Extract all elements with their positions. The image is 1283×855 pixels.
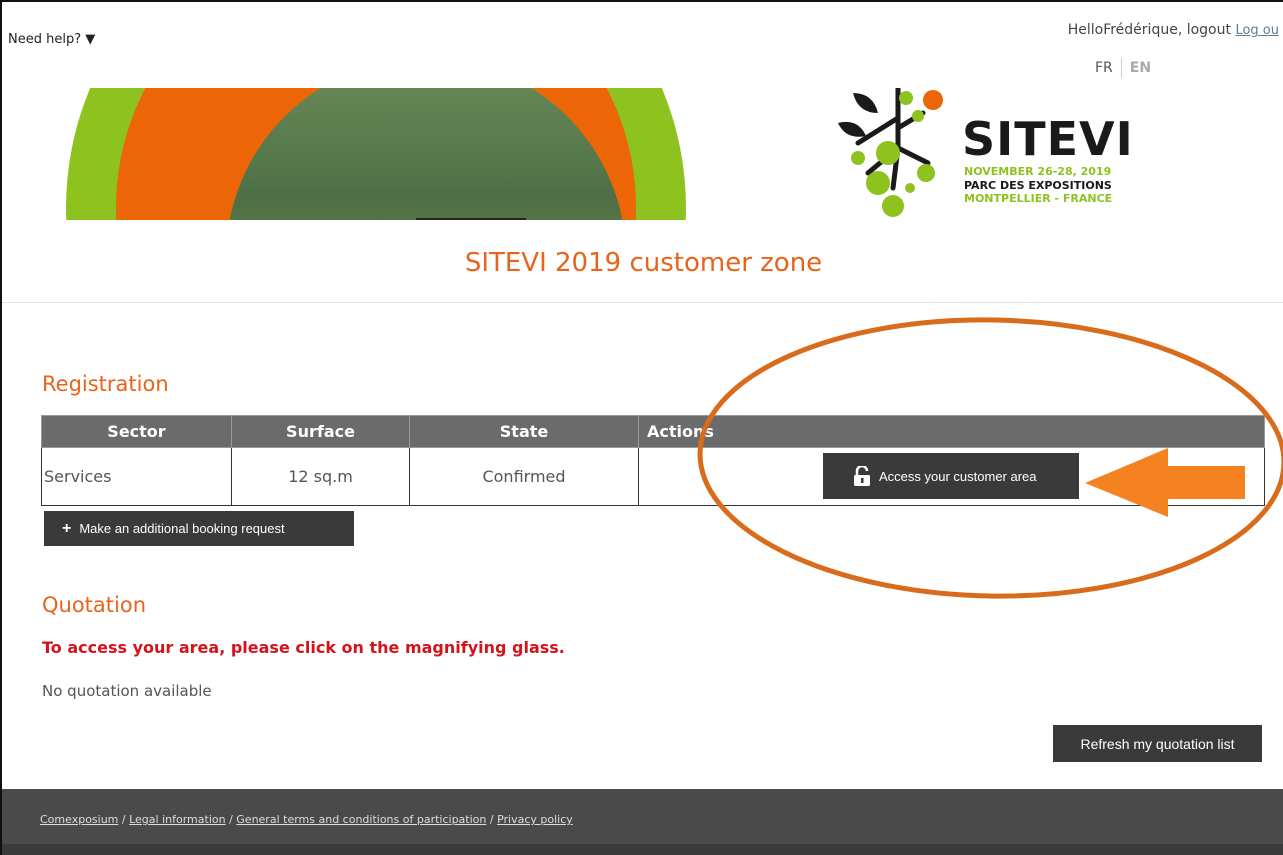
language-switcher: FR EN bbox=[1095, 58, 1151, 78]
lang-fr-link[interactable]: FR bbox=[1095, 60, 1113, 76]
footer-link-privacy[interactable]: Privacy policy bbox=[497, 813, 573, 826]
table-row: Services 12 sq.m Confirmed bbox=[41, 447, 1265, 506]
access-customer-area-button[interactable]: Access your customer area bbox=[823, 453, 1079, 499]
logo-city: MONTPELLIER - FRANCE bbox=[964, 192, 1113, 205]
access-button-label: Access your customer area bbox=[879, 468, 1037, 484]
lang-en-link[interactable]: EN bbox=[1130, 60, 1151, 76]
footer-link-legal[interactable]: Legal information bbox=[129, 813, 225, 826]
no-quotation-text: No quotation available bbox=[42, 682, 212, 700]
footer-links: Comexposium / Legal information / Genera… bbox=[40, 813, 573, 826]
need-help-dropdown[interactable]: Need help? ▼ bbox=[8, 32, 95, 47]
table-header-row: Sector Surface State Actions bbox=[41, 415, 1265, 448]
cell-sector: Services bbox=[41, 447, 232, 506]
booking-button-label: Make an additional booking request bbox=[79, 521, 285, 536]
quotation-heading: Quotation bbox=[42, 593, 147, 617]
col-actions: Actions bbox=[638, 415, 1265, 448]
greeting-text: HelloFrédérique, logout bbox=[1067, 22, 1231, 38]
registration-heading: Registration bbox=[42, 372, 169, 396]
registration-table: Sector Surface State Actions Services 12… bbox=[41, 415, 1265, 506]
cell-surface: 12 sq.m bbox=[231, 447, 410, 506]
event-banner: SITEVI NOVEMBER 26-28, 2019 PARC DES EXP… bbox=[2, 88, 1283, 220]
plus-icon: + bbox=[62, 519, 72, 537]
col-state: State bbox=[409, 415, 639, 448]
logo-dates: NOVEMBER 26-28, 2019 bbox=[964, 165, 1112, 178]
unlock-icon bbox=[854, 466, 870, 486]
col-surface: Surface bbox=[231, 415, 410, 448]
additional-booking-button[interactable]: + Make an additional booking request bbox=[44, 511, 354, 546]
cell-state: Confirmed bbox=[409, 447, 639, 506]
logout-link[interactable]: Log ou bbox=[1235, 23, 1279, 38]
page-title: SITEVI 2019 customer zone bbox=[464, 248, 823, 278]
page-frame: Need help? ▼ HelloFrédérique, logout Log… bbox=[0, 0, 1283, 855]
footer-link-comexposium[interactable]: Comexposium bbox=[40, 813, 118, 826]
logo-name: SITEVI bbox=[962, 112, 1134, 166]
quotation-notice: To access your area, please click on the… bbox=[42, 638, 565, 657]
footer-link-terms[interactable]: General terms and conditions of particip… bbox=[236, 813, 486, 826]
logo-venue: PARC DES EXPOSITIONS bbox=[964, 179, 1112, 192]
refresh-quotation-button[interactable]: Refresh my quotation list bbox=[1053, 725, 1262, 762]
col-sector: Sector bbox=[41, 415, 232, 448]
sitevi-logo: SITEVI NOVEMBER 26-28, 2019 PARC DES EXP… bbox=[838, 88, 1138, 218]
user-greeting: HelloFrédérique, logout Log ou bbox=[1068, 22, 1279, 38]
footer-bottom-bar bbox=[2, 844, 1283, 855]
lang-divider bbox=[1120, 58, 1122, 78]
grape-vine-icon bbox=[838, 88, 943, 217]
title-divider bbox=[2, 302, 1283, 303]
banner-photo bbox=[66, 88, 686, 220]
